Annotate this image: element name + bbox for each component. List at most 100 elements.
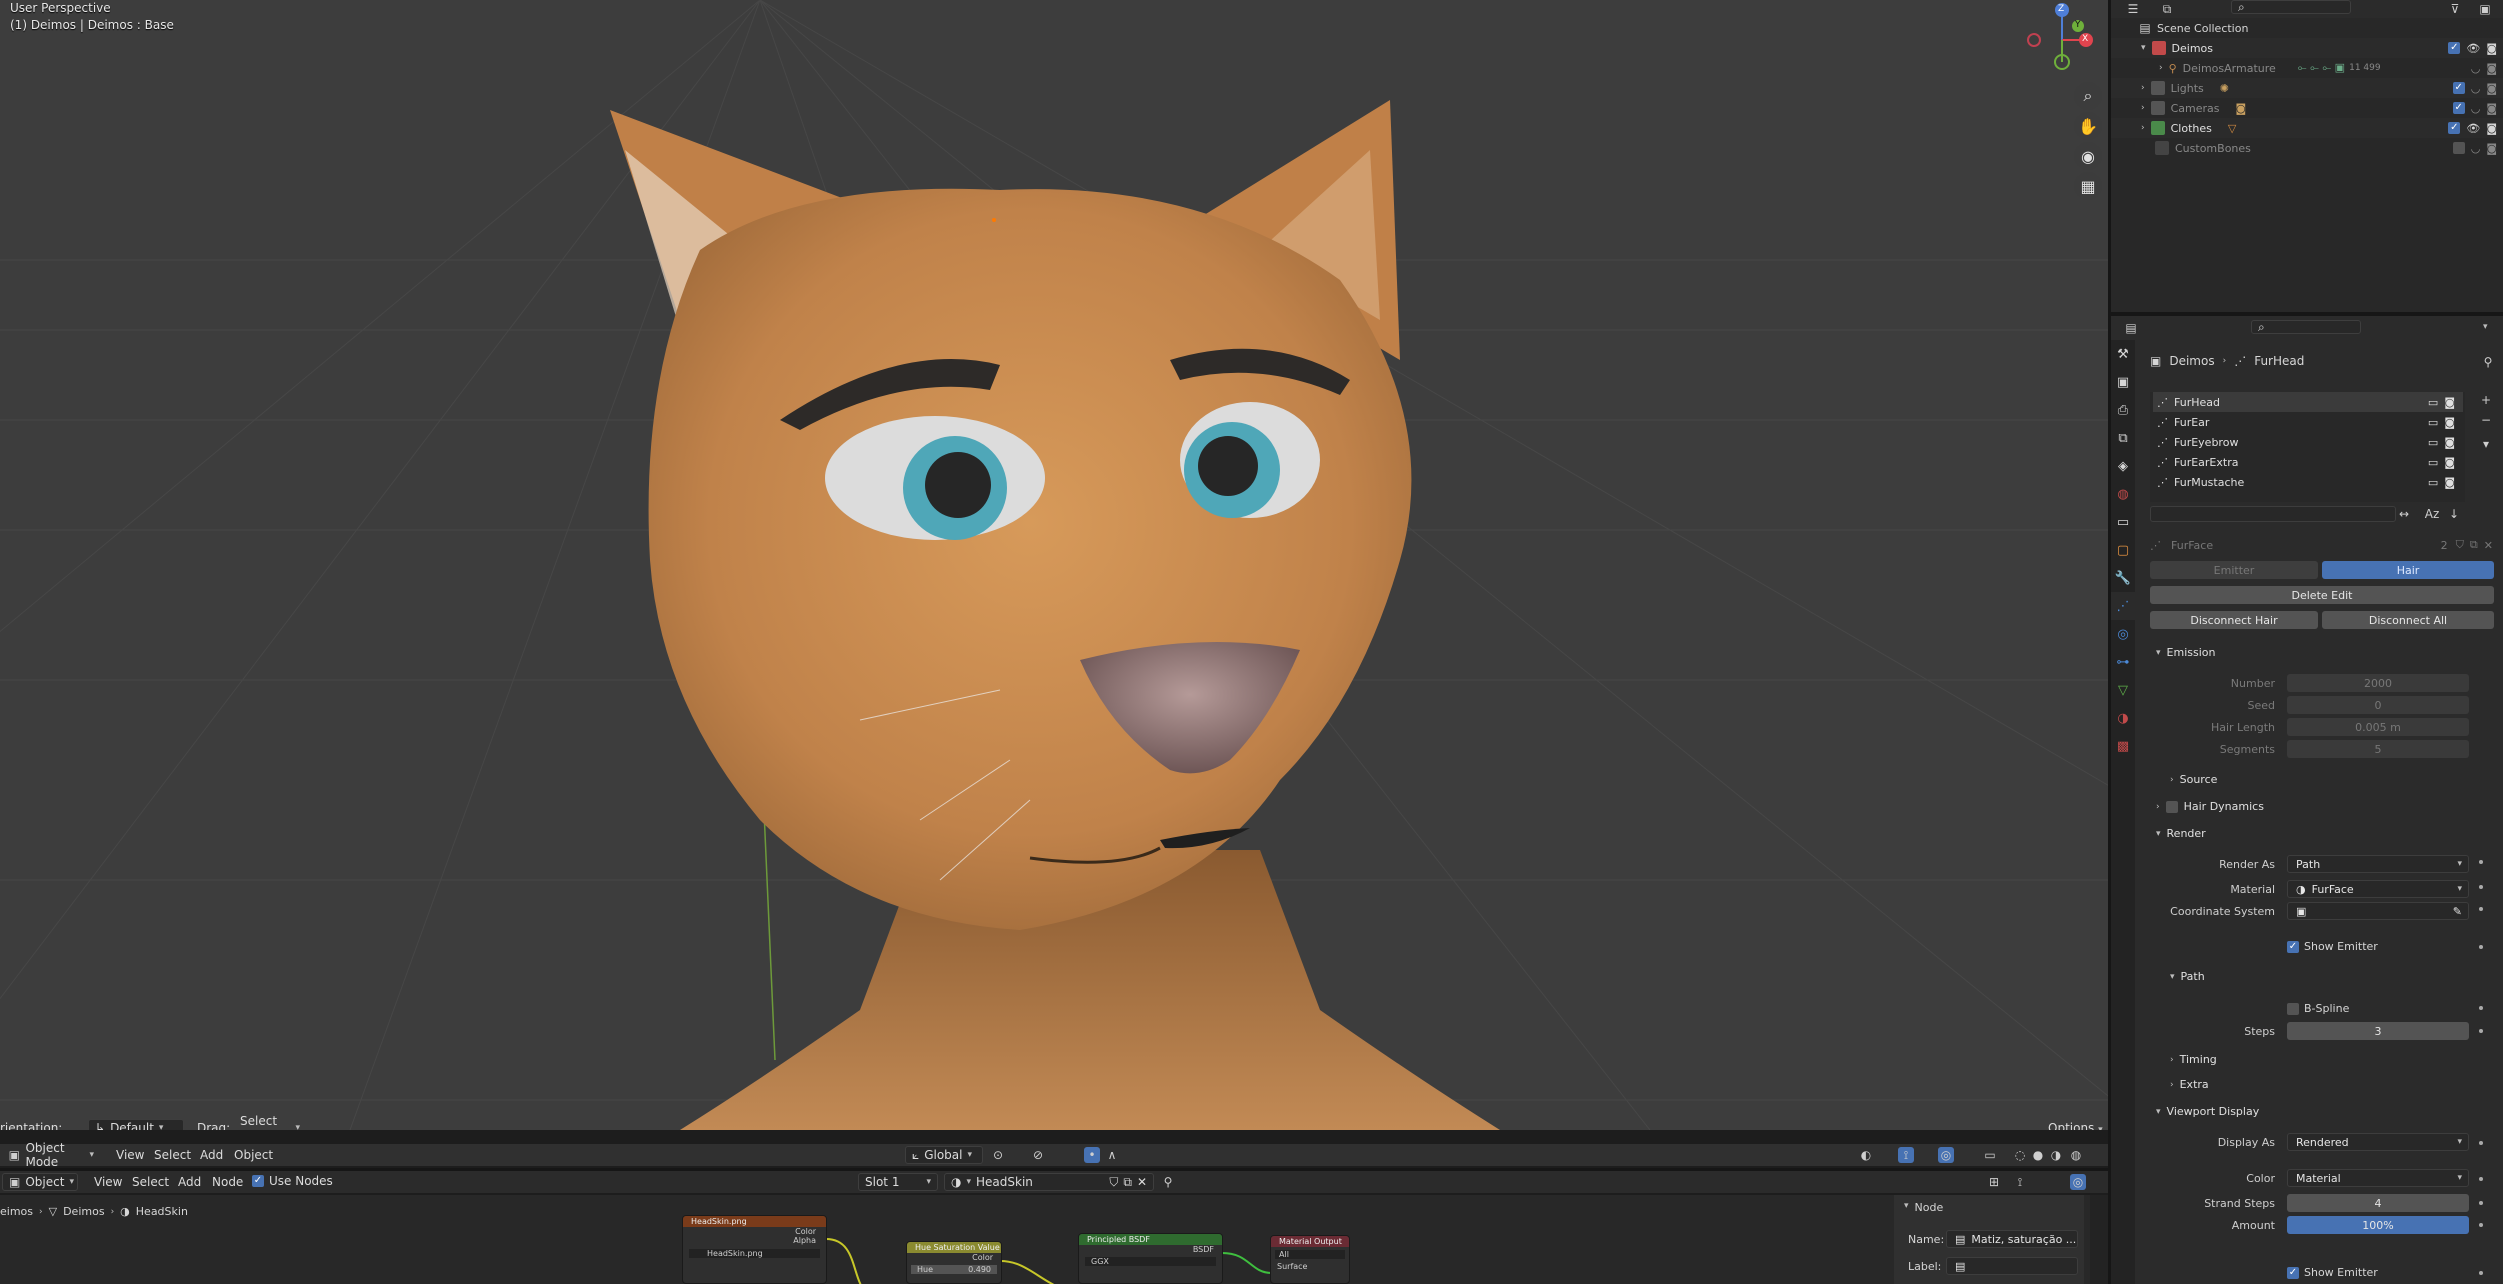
overlay-toggle-icon[interactable]: ◎	[2070, 1174, 2086, 1190]
camera-icon[interactable]: ◙	[2444, 436, 2455, 449]
hue-saturation-node[interactable]: Hue Saturation Value Color Hue 0.490	[906, 1241, 1002, 1284]
strand-steps-field[interactable]: 4	[2287, 1194, 2469, 1212]
outliner-row-custombones[interactable]: CustomBones ◡ ◙	[2111, 138, 2503, 158]
pivot-point-icon[interactable]: ⊙	[990, 1147, 1006, 1163]
eyedropper-icon[interactable]: ✎	[2453, 905, 2462, 918]
checkmark-icon[interactable]: ✓	[2448, 122, 2461, 134]
render-tab-icon[interactable]: ▣	[2111, 368, 2135, 396]
camera-icon[interactable]: ◙	[2486, 102, 2497, 115]
monitor-icon[interactable]: ▭	[2428, 436, 2438, 449]
render-panel-header[interactable]: ▾ Render	[2156, 827, 2206, 840]
display-mode-icon[interactable]: ⧉	[2159, 1, 2175, 17]
solid-shading-icon[interactable]: ●	[2030, 1147, 2046, 1163]
duplicate-icon[interactable]: ⧉	[1123, 1175, 1132, 1190]
checkbox-icon[interactable]	[2165, 800, 2178, 813]
node-name-field[interactable]: ▤ Matiz, saturação ...	[1946, 1230, 2078, 1248]
sort-icon[interactable]: ↔	[2396, 506, 2412, 522]
output-tab-icon[interactable]: ⎙	[2111, 396, 2135, 424]
snap-icon[interactable]: ⊞	[1986, 1174, 2002, 1190]
remove-icon[interactable]: −	[2478, 412, 2494, 428]
node-editor-canvas[interactable]: eimos › ▽ Deimos › ◑ HeadSkin HeadSkin.p…	[0, 1195, 2108, 1284]
material-shading-icon[interactable]: ◑	[2048, 1147, 2064, 1163]
particle-settings-selector[interactable]: ⋰ FurFace 2 ⛉ ⧉ ✕	[2150, 536, 2493, 554]
emission-panel-header[interactable]: ▾ Emission	[2156, 646, 2215, 659]
outliner-row-cameras[interactable]: › Cameras ◙ ✓ ◡ ◙	[2111, 98, 2503, 118]
outliner-row-clothes[interactable]: › Clothes ▽ ✓ 👁 ◙	[2111, 118, 2503, 138]
sort-order-icon[interactable]: ↓	[2446, 506, 2462, 522]
new-collection-icon[interactable]: ▣	[2477, 1, 2493, 17]
material-dropdown[interactable]: ◑ FurFace ▾	[2287, 880, 2469, 898]
eye-icon[interactable]: 👁	[2466, 122, 2480, 135]
eye-icon[interactable]: ◡	[2471, 102, 2481, 115]
list-item[interactable]: ⋰ FurMustache ▭ ◙	[2153, 472, 2463, 492]
list-item[interactable]: ⋰ FurHead ▭ ◙	[2153, 392, 2463, 412]
zoom-icon[interactable]: ⌕	[2074, 82, 2102, 110]
constraints-tab-icon[interactable]: ⊶	[2111, 648, 2135, 676]
monitor-icon[interactable]: ▭	[2428, 416, 2438, 429]
keyframe-dot[interactable]	[2479, 1177, 2483, 1181]
sort-alpha-icon[interactable]: Az	[2424, 506, 2440, 522]
checkmark-icon[interactable]: ✓	[2452, 102, 2465, 114]
texture-tab-icon[interactable]: ▩	[2111, 732, 2135, 760]
color-dropdown[interactable]: Material ▾	[2287, 1169, 2469, 1187]
camera-icon[interactable]: ◙	[2444, 476, 2455, 489]
overlay-toggle-icon[interactable]: ◎	[1938, 1147, 1954, 1163]
steps-field[interactable]: 3	[2287, 1022, 2469, 1040]
world-tab-icon[interactable]: ◍	[2111, 480, 2135, 508]
visibility-icon[interactable]: ◐	[1858, 1147, 1874, 1163]
list-filter-input[interactable]	[2150, 506, 2396, 522]
keyframe-dot[interactable]	[2479, 860, 2483, 864]
keyframe-dot[interactable]	[2479, 885, 2483, 889]
shader-type-dropdown[interactable]: ▣ Object ▾	[2, 1173, 78, 1191]
pan-hand-icon[interactable]: ✋	[2074, 112, 2102, 140]
emitter-tab[interactable]: Emitter	[2150, 561, 2318, 579]
rendered-shading-icon[interactable]: ◍	[2068, 1147, 2084, 1163]
camera-icon[interactable]: ◙	[2486, 42, 2497, 55]
slot-dropdown[interactable]: Slot 1 ▾	[858, 1173, 938, 1191]
modifier-tab-icon[interactable]: 🔧	[2111, 564, 2135, 592]
image-texture-node[interactable]: HeadSkin.png Color Alpha HeadSkin.png	[682, 1215, 827, 1284]
overlay-icon[interactable]: ⟟	[2012, 1174, 2028, 1190]
keyframe-dot[interactable]	[2479, 1006, 2483, 1010]
camera-icon[interactable]: ◙	[2486, 142, 2497, 155]
outliner-row-deimos[interactable]: ▾ Deimos ✓ 👁 ◙	[2111, 38, 2503, 58]
close-icon[interactable]: ✕	[1137, 1175, 1147, 1189]
camera-icon[interactable]: ◙	[2444, 396, 2455, 409]
list-item[interactable]: ⋰ FurEyebrow ▭ ◙	[2153, 432, 2463, 452]
proportional-edit-icon[interactable]: •	[1084, 1147, 1100, 1163]
amount-slider[interactable]: 100%	[2287, 1216, 2469, 1234]
orientation-dropdown[interactable]: ↳ Default ▾	[88, 1119, 184, 1130]
chevron-down-icon[interactable]: ▾	[2483, 322, 2488, 332]
drag-dropdown[interactable]: Select Box▾	[234, 1114, 306, 1130]
physics-tab-icon[interactable]: ◎	[2111, 620, 2135, 648]
navigation-gizmo[interactable]: Z X Y	[2020, 0, 2100, 80]
camera-icon[interactable]: ◙	[2486, 62, 2497, 75]
source-panel-header[interactable]: › Source	[2170, 773, 2217, 786]
xray-icon[interactable]: ▭	[1982, 1147, 1998, 1163]
list-item[interactable]: ⋰ FurEar ▭ ◙	[2153, 412, 2463, 432]
properties-search-input[interactable]: ⌕	[2251, 320, 2361, 334]
timing-panel-header[interactable]: › Timing	[2170, 1053, 2217, 1066]
menu-object[interactable]: Object	[226, 1146, 281, 1164]
pin-icon[interactable]: ⚲	[2480, 354, 2496, 370]
mode-dropdown[interactable]: ▣ Object Mode ▾	[2, 1141, 100, 1169]
node-label-field[interactable]: ▤	[1946, 1257, 2078, 1275]
keyframe-dot[interactable]	[2479, 1271, 2483, 1275]
hair-length-field[interactable]: 0.005 m	[2287, 718, 2469, 736]
sidebar-tabs[interactable]	[2090, 1195, 2108, 1284]
delete-edit-button[interactable]: Delete Edit	[2150, 586, 2494, 604]
eye-icon[interactable]: ◡	[2471, 82, 2481, 95]
checkbox-icon[interactable]	[2452, 142, 2465, 154]
keyframe-dot[interactable]	[2479, 1223, 2483, 1227]
outliner-row-scene[interactable]: ▤ Scene Collection	[2111, 18, 2503, 38]
viewport-display-panel-header[interactable]: ▾ Viewport Display	[2156, 1105, 2259, 1118]
list-item[interactable]: ⋰ FurEarExtra ▭ ◙	[2153, 452, 2463, 472]
eye-icon[interactable]: 👁	[2466, 42, 2480, 55]
keyframe-dot[interactable]	[2479, 945, 2483, 949]
keyframe-dot[interactable]	[2479, 907, 2483, 911]
hair-tab[interactable]: Hair	[2322, 561, 2494, 579]
wireframe-shading-icon[interactable]: ◌	[2012, 1147, 2028, 1163]
scene-tab-icon[interactable]: ◈	[2111, 452, 2135, 480]
viewport-show-emitter-checkbox[interactable]: ✓ Show Emitter	[2287, 1266, 2378, 1279]
checkmark-icon[interactable]: ✓	[2452, 82, 2465, 94]
